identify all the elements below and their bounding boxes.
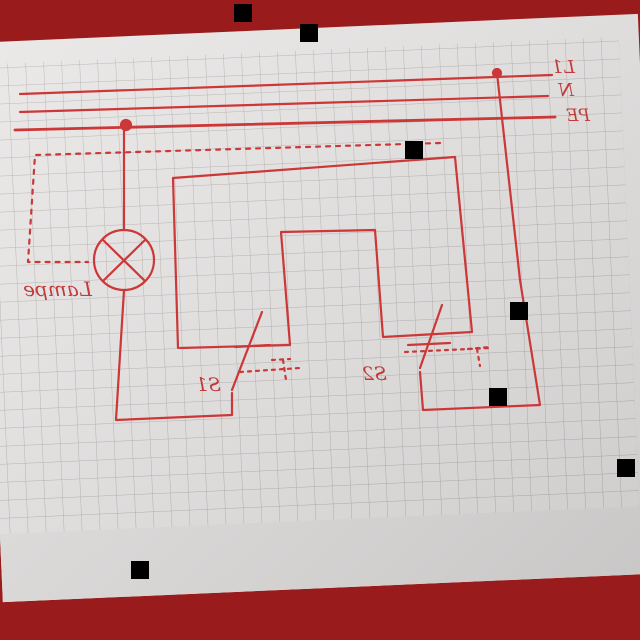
photo-scene: L1 N PE Lampe S1 S2: [0, 0, 640, 640]
occlusion-marker: [300, 24, 318, 42]
occlusion-marker: [489, 388, 507, 406]
junction-n: [119, 118, 133, 132]
occlusion-marker: [510, 302, 528, 320]
terminal-pe-label: PE: [566, 106, 591, 126]
switch-left-label: S1: [196, 374, 221, 396]
occlusion-marker: [234, 4, 252, 22]
terminal-n-label: N: [557, 80, 575, 101]
occlusion-marker: [131, 561, 149, 579]
occlusion-marker: [405, 141, 423, 159]
terminal-l1-label: L1: [552, 57, 576, 78]
junction-l1: [491, 67, 503, 79]
lamp-label: Lampe: [23, 277, 93, 301]
occlusion-marker: [617, 459, 635, 477]
switch-right-label: S2: [362, 363, 387, 385]
